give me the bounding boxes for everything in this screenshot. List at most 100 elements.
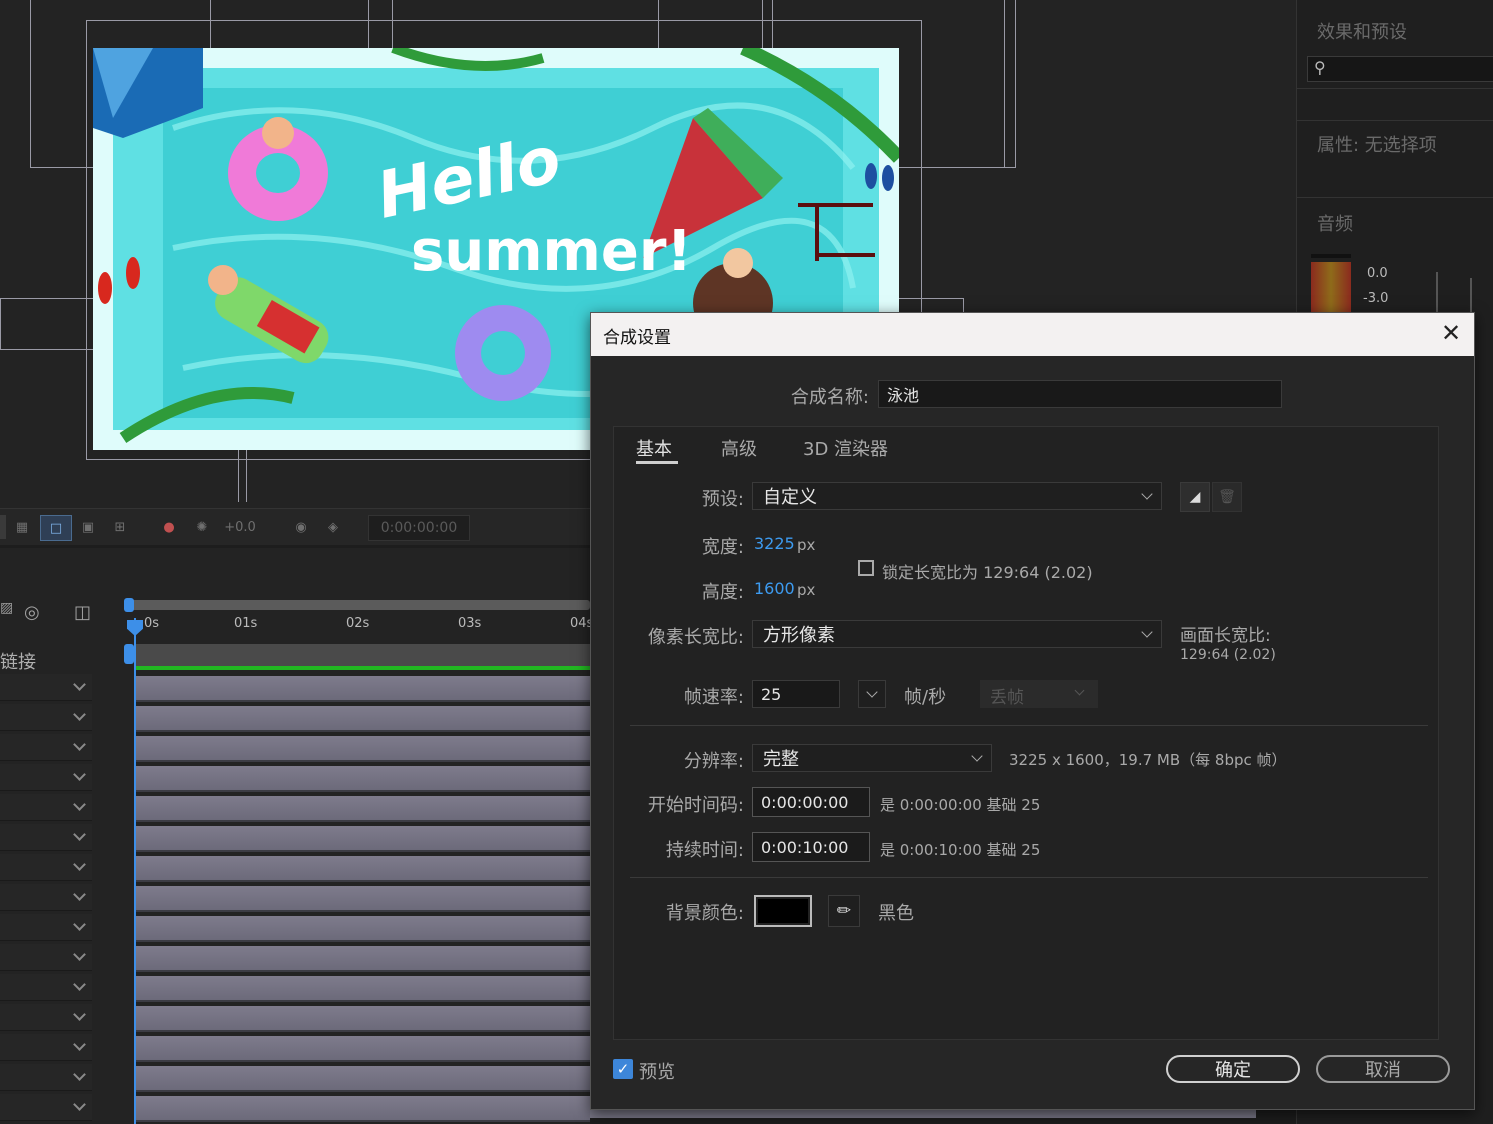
- cancel-button[interactable]: 取消: [1316, 1055, 1450, 1083]
- resolution-value: 完整: [763, 749, 799, 770]
- layer-parent-dropdown[interactable]: [0, 1094, 92, 1121]
- chevron-down-icon: [73, 1098, 86, 1111]
- chevron-down-icon: [971, 750, 983, 762]
- guide-line: [246, 450, 247, 502]
- chevron-down-icon: [73, 798, 86, 811]
- snapshot-icon[interactable]: ◉: [288, 515, 314, 539]
- time-ruler[interactable]: 0s 01s 02s 03s 04s: [124, 612, 593, 642]
- grid-guides-icon[interactable]: ⊞: [106, 515, 134, 539]
- duration-label: 持续时间:: [665, 840, 744, 861]
- tab-basic[interactable]: 基本: [636, 435, 672, 461]
- layer-parent-dropdown[interactable]: [0, 884, 92, 911]
- delete-preset-icon[interactable]: 🗑: [1212, 482, 1242, 512]
- layer-bar[interactable]: [136, 1096, 590, 1122]
- layer-parent-dropdown[interactable]: [0, 764, 92, 791]
- duration-input[interactable]: 0:00:10:00: [752, 832, 870, 862]
- width-value[interactable]: 3225: [754, 534, 795, 553]
- audio-meter-cap: [1311, 254, 1351, 258]
- guide-line: [368, 0, 369, 48]
- motion-blur-icon[interactable]: ◎: [24, 602, 46, 624]
- render-cache-bar: [136, 666, 590, 670]
- layer-bar[interactable]: [136, 826, 590, 852]
- tab-advanced[interactable]: 高级: [721, 435, 757, 461]
- layer-bar[interactable]: [136, 946, 590, 972]
- ok-button[interactable]: 确定: [1166, 1055, 1300, 1083]
- height-value[interactable]: 1600: [754, 579, 795, 598]
- layer-bar[interactable]: [136, 1006, 590, 1032]
- show-snapshot-icon[interactable]: ◈: [320, 515, 346, 539]
- chevron-down-icon: [73, 1038, 86, 1051]
- width-label: 宽度:: [701, 537, 744, 558]
- exposure-reset-icon[interactable]: ✺: [190, 515, 214, 539]
- layer-bar[interactable]: [136, 676, 590, 702]
- lock-aspect-label: 锁定长宽比为 129:64 (2.02): [882, 563, 1093, 582]
- layer-parent-dropdown[interactable]: [0, 914, 92, 941]
- film-icon[interactable]: ▨: [0, 600, 13, 622]
- channel-icon[interactable]: ●: [156, 515, 182, 539]
- drop-frame-value: 丢帧: [990, 688, 1024, 708]
- bg-color-label: 背景颜色:: [665, 903, 744, 924]
- layer-parent-dropdown[interactable]: [0, 704, 92, 731]
- region-of-interest-icon[interactable]: □: [40, 515, 72, 541]
- close-icon[interactable]: ✕: [1437, 319, 1465, 347]
- layer-bar[interactable]: [136, 856, 590, 882]
- frame-rate-input[interactable]: 25: [752, 680, 840, 708]
- pixel-aspect-label: 像素长宽比:: [647, 627, 744, 648]
- guide-line: [210, 0, 211, 48]
- preview-checkbox[interactable]: ✓: [613, 1059, 633, 1079]
- guide-line: [238, 450, 239, 502]
- drop-frame-select[interactable]: 丢帧: [980, 680, 1098, 708]
- frame-rate-dropdown[interactable]: [858, 680, 886, 708]
- transparency-grid-icon[interactable]: ▦: [10, 515, 34, 539]
- layer-bar[interactable]: [136, 886, 590, 912]
- layer-parent-dropdown[interactable]: [0, 824, 92, 851]
- layer-parent-dropdown[interactable]: [0, 854, 92, 881]
- layer-bar[interactable]: [136, 766, 590, 792]
- layer-parent-dropdown[interactable]: [0, 1064, 92, 1091]
- current-time-display[interactable]: 0:00:00:00: [368, 515, 470, 541]
- effects-search-input[interactable]: ⚲: [1307, 56, 1493, 82]
- layer-parent-dropdown[interactable]: [0, 974, 92, 1001]
- exposure-value[interactable]: +0.0: [220, 515, 260, 539]
- layer-bar[interactable]: [136, 736, 590, 762]
- eyedropper-icon[interactable]: ✏: [828, 895, 860, 927]
- layer-parent-dropdown[interactable]: [0, 734, 92, 761]
- layer-bar[interactable]: [136, 1036, 590, 1062]
- lock-aspect-checkbox[interactable]: [858, 560, 874, 576]
- resolution-select[interactable]: 完整: [752, 744, 992, 772]
- layer-bar[interactable]: [136, 706, 590, 732]
- comp-name-input[interactable]: 泳池: [878, 380, 1282, 408]
- ruler-label: 03s: [458, 616, 482, 631]
- frame-rate-label: 帧速率:: [683, 687, 744, 708]
- layer-parent-dropdown[interactable]: [0, 944, 92, 971]
- tab-3d-renderer[interactable]: 3D 渲染器: [803, 435, 888, 461]
- work-area-bar[interactable]: [124, 600, 590, 610]
- panel-title: 属性: 无选择项: [1317, 135, 1437, 156]
- layer-bar[interactable]: [136, 916, 590, 942]
- save-preset-icon[interactable]: ◢: [1180, 482, 1210, 512]
- ruler-label: 02s: [346, 616, 370, 631]
- layer-parent-dropdown[interactable]: [0, 794, 92, 821]
- duration-info: 是 0:00:10:00 基础 25: [880, 841, 1041, 859]
- guide-line: [658, 0, 659, 48]
- layer-bar[interactable]: [136, 976, 590, 1002]
- layer-parent-dropdown[interactable]: [0, 674, 92, 701]
- preset-select[interactable]: 自定义: [752, 482, 1162, 510]
- mask-visibility-icon[interactable]: ▣: [76, 515, 100, 539]
- layer-bar[interactable]: [136, 1066, 590, 1092]
- pixel-aspect-select[interactable]: 方形像素: [752, 620, 1162, 648]
- work-area-marker[interactable]: [124, 644, 134, 664]
- start-timecode-input[interactable]: 0:00:00:00: [752, 787, 870, 817]
- work-area-start-handle[interactable]: [124, 598, 134, 612]
- comp-name-label: 合成名称:: [790, 387, 869, 408]
- bg-color-swatch[interactable]: [754, 895, 812, 927]
- start-timecode-info: 是 0:00:00:00 基础 25: [880, 796, 1041, 814]
- height-unit: px: [797, 581, 816, 599]
- layer-parent-dropdown[interactable]: [0, 1034, 92, 1061]
- dialog-title: 合成设置: [603, 328, 671, 348]
- dialog-titlebar: 合成设置 ✕: [591, 313, 1474, 356]
- layer-parent-dropdown[interactable]: [0, 1004, 92, 1031]
- layer-bar[interactable]: [136, 796, 590, 822]
- chevron-down-icon: [1074, 685, 1085, 696]
- graph-editor-icon[interactable]: ◫: [74, 602, 100, 624]
